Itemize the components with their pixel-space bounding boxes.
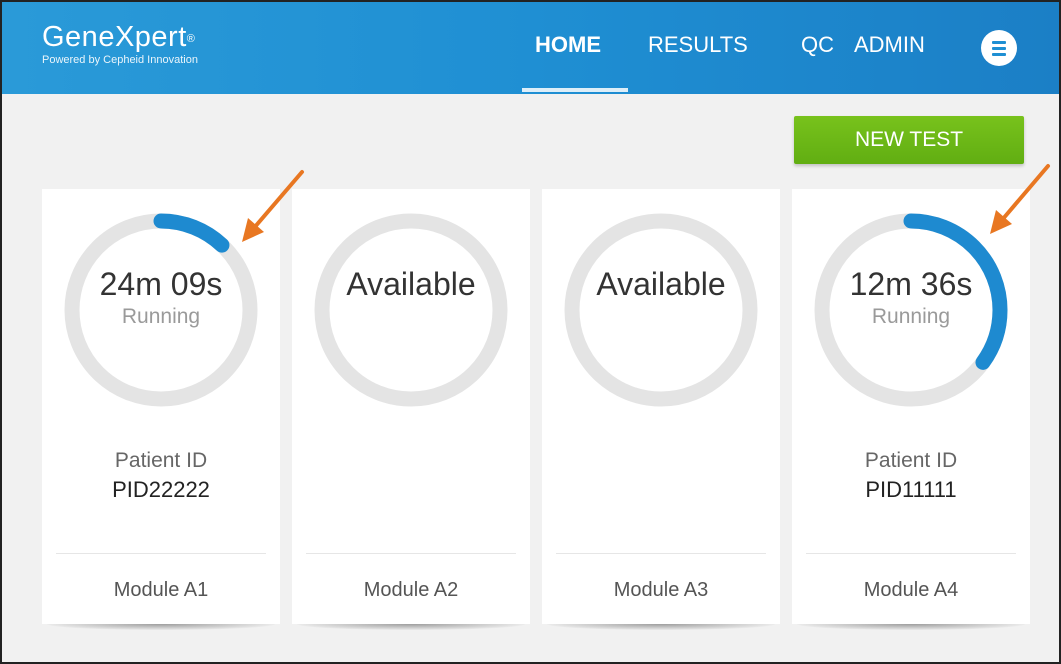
module-availability: Available bbox=[346, 266, 476, 302]
divider bbox=[56, 553, 266, 554]
module-card-a3[interactable]: Available Module A3 bbox=[542, 189, 780, 624]
nav-qc[interactable]: QC bbox=[801, 32, 834, 58]
patient-id-label: Patient ID bbox=[114, 449, 208, 472]
annotation-arrow-icon bbox=[242, 170, 304, 242]
module-card-a1[interactable]: 24m 09s Running Patient ID PID22222 Modu… bbox=[42, 189, 280, 624]
divider bbox=[306, 553, 516, 554]
patient-id-label: Patient ID bbox=[864, 449, 958, 472]
app-header: GeneXpert® Powered by Cepheid Innovation… bbox=[2, 2, 1059, 94]
module-name: Module A2 bbox=[363, 579, 459, 601]
divider bbox=[806, 553, 1016, 554]
annotation-arrow-icon bbox=[990, 164, 1050, 234]
brand-name: GeneXpert bbox=[42, 21, 187, 53]
patient-id-value: PID11111 bbox=[865, 477, 957, 502]
progress-ring bbox=[564, 213, 758, 407]
elapsed-time: 24m 09s bbox=[99, 266, 223, 302]
app-frame: GeneXpert® Powered by Cepheid Innovation… bbox=[0, 0, 1061, 664]
module-availability: Available bbox=[596, 266, 726, 302]
brand-logo: GeneXpert® Powered by Cepheid Innovation bbox=[42, 22, 198, 67]
module-card-a2[interactable]: Available Module A2 bbox=[292, 189, 530, 624]
hamburger-menu-icon[interactable] bbox=[981, 30, 1017, 66]
brand-tagline: Powered by Cepheid Innovation bbox=[42, 54, 198, 66]
registered-mark: ® bbox=[186, 33, 196, 45]
nav-results[interactable]: RESULTS bbox=[648, 32, 748, 58]
module-status: Running bbox=[871, 305, 951, 328]
nav-admin[interactable]: ADMIN bbox=[854, 32, 925, 58]
module-card-a4[interactable]: 12m 36s Running Patient ID PID11111 Modu… bbox=[792, 189, 1030, 624]
module-name: Module A3 bbox=[613, 579, 709, 601]
patient-id-value: PID22222 bbox=[112, 477, 210, 502]
module-name: Module A1 bbox=[113, 579, 209, 601]
progress-ring bbox=[314, 213, 508, 407]
module-name: Module A4 bbox=[863, 579, 959, 601]
divider bbox=[556, 553, 766, 554]
nav-home[interactable]: HOME bbox=[535, 32, 601, 58]
module-status: Running bbox=[121, 305, 201, 328]
active-tab-indicator bbox=[522, 88, 628, 92]
new-test-button[interactable]: NEW TEST bbox=[794, 116, 1024, 164]
elapsed-time: 12m 36s bbox=[849, 266, 973, 302]
